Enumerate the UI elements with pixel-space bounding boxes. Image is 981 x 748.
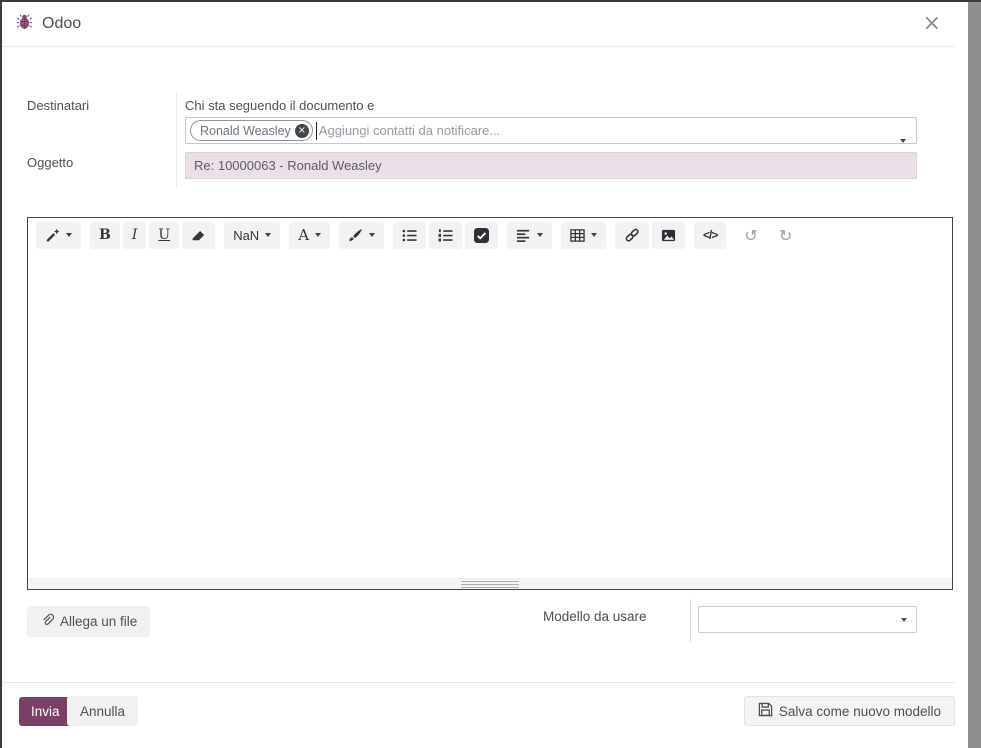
save-as-template-button[interactable]: Salva come nuovo modello	[744, 696, 955, 726]
numbered-list-icon	[438, 228, 453, 243]
resize-grip-icon	[461, 581, 519, 588]
template-separator	[690, 599, 691, 642]
save-as-template-label: Salva come nuovo modello	[779, 704, 941, 719]
close-icon[interactable]: ×	[923, 13, 941, 35]
subject-label: Oggetto	[27, 155, 73, 170]
text-color-glyph: A	[298, 226, 309, 244]
insert-image-button[interactable]	[652, 222, 685, 249]
font-size-selector[interactable]: NaN	[224, 222, 280, 249]
text-cursor	[316, 122, 317, 140]
highlight-color-button[interactable]	[339, 222, 384, 249]
attach-file-label: Allega un file	[60, 614, 137, 629]
template-label: Modello da usare	[543, 609, 647, 624]
remove-tag-icon[interactable]: ×	[295, 124, 309, 138]
paintbrush-icon	[348, 228, 363, 243]
rich-text-editor: B I U NaN A	[27, 217, 953, 590]
dialog-title: Odoo	[42, 15, 81, 33]
chevron-down-icon	[66, 233, 72, 237]
recipient-tag-label: Ronald Weasley	[200, 124, 291, 138]
chevron-down-icon	[901, 618, 907, 622]
table-icon	[570, 228, 585, 243]
chevron-down-icon	[265, 233, 271, 237]
chevron-down-icon	[315, 233, 321, 237]
attach-file-button[interactable]: Allega un file	[27, 606, 150, 637]
redo-button[interactable]: ↻	[770, 222, 801, 249]
dialog-header: Odoo ×	[2, 2, 955, 47]
recipients-placeholder: Aggiungi contatti da notificare...	[319, 123, 500, 138]
bold-button[interactable]: B	[90, 222, 120, 249]
chevron-down-icon	[369, 233, 375, 237]
editor-resize-handle[interactable]	[28, 578, 952, 589]
editor-toolbar: B I U NaN A	[28, 218, 952, 252]
font-size-value: NaN	[233, 228, 259, 243]
editor-body[interactable]	[28, 252, 952, 578]
remove-format-button[interactable]	[182, 222, 215, 249]
odoo-bug-icon	[16, 13, 33, 35]
bulleted-list-button[interactable]	[393, 222, 426, 249]
link-icon	[624, 227, 640, 243]
paperclip-icon	[40, 613, 54, 630]
email-composer-dialog: Odoo × Destinatari Chi sta seguendo il d…	[0, 0, 981, 748]
insert-link-button[interactable]	[615, 222, 649, 249]
chevron-down-icon	[900, 139, 906, 143]
chevron-down-icon	[537, 233, 543, 237]
recipients-dropdown-toggle[interactable]	[900, 130, 906, 148]
table-button[interactable]	[561, 222, 606, 249]
checkbox-icon	[474, 228, 489, 243]
underline-button[interactable]: U	[149, 222, 179, 249]
numbered-list-button[interactable]	[429, 222, 462, 249]
bulleted-list-icon	[402, 228, 417, 243]
dialog-left-border	[0, 0, 2, 748]
align-button[interactable]	[507, 222, 552, 249]
recipient-tag[interactable]: Ronald Weasley ×	[190, 120, 313, 141]
cancel-button[interactable]: Annulla	[67, 696, 138, 726]
chevron-down-icon	[591, 233, 597, 237]
footer-divider	[2, 682, 955, 683]
code-view-button[interactable]: </>	[694, 222, 726, 249]
template-select[interactable]	[698, 606, 917, 633]
align-left-icon	[516, 228, 531, 243]
magic-wand-button[interactable]	[36, 222, 81, 249]
checklist-button[interactable]	[465, 222, 498, 249]
dialog-top-border	[0, 0, 981, 2]
recipients-input[interactable]: Ronald Weasley × Aggiungi contatti da no…	[185, 117, 917, 144]
recipients-label: Destinatari	[27, 98, 89, 113]
magic-wand-icon	[45, 228, 60, 243]
italic-button[interactable]: I	[123, 222, 147, 249]
subject-input[interactable]: Re: 10000063 - Ronald Weasley	[185, 152, 917, 179]
send-button[interactable]: Invia	[19, 697, 72, 726]
text-color-button[interactable]: A	[289, 222, 330, 249]
floppy-disk-icon	[758, 702, 773, 720]
recipients-helper-text: Chi sta seguendo il documento e	[185, 98, 374, 113]
image-icon	[661, 228, 676, 243]
form-column-separator	[176, 92, 177, 188]
eraser-icon	[191, 228, 206, 243]
undo-button[interactable]: ↺	[735, 222, 766, 249]
backdrop-strip	[968, 0, 981, 748]
